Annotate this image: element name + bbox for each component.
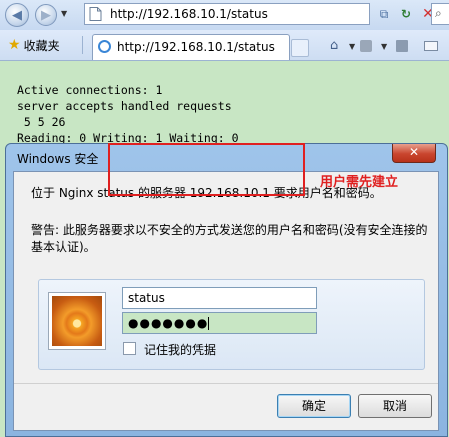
tab-status[interactable]: http://192.168.10.1/status (92, 34, 290, 60)
favorites-button[interactable]: ★ 收藏夹 (8, 36, 60, 54)
ok-button[interactable]: 确定 (277, 394, 351, 418)
username-field[interactable]: status (122, 287, 317, 309)
security-warning: 警告: 此服务器要求以不安全的方式发送您的用户名和密码(没有安全连接的基本认证)… (31, 223, 428, 254)
home-icon[interactable]: ⌂ (330, 38, 338, 53)
close-button[interactable]: ✕ (392, 144, 436, 163)
address-bar-row: ◀ ▶ ▼ http://192.168.10.1/status ⧉ ↻ ✕ ⌕ (0, 0, 449, 30)
tab-title: http://192.168.10.1/status (117, 40, 275, 54)
page-icon (89, 7, 102, 21)
tab-bar: ★ 收藏夹 http://192.168.10.1/status ⌂ ▼ ▼ (0, 30, 449, 61)
refresh-icon[interactable]: ↻ (396, 4, 416, 24)
home-dropdown-icon[interactable]: ▼ (349, 42, 355, 51)
text-caret (208, 317, 210, 330)
back-button[interactable]: ◀ (5, 3, 29, 27)
back-arrow-icon: ◀ (12, 7, 22, 23)
address-field[interactable]: http://192.168.10.1/status (84, 3, 370, 25)
favorites-star-icon: ★ (8, 37, 21, 53)
forward-arrow-icon: ▶ (41, 7, 51, 23)
remember-checkbox[interactable] (123, 342, 136, 355)
history-dropdown-icon[interactable]: ▼ (61, 9, 67, 18)
search-icon: ⌕ (435, 6, 442, 20)
dialog-title: Windows 安全 (17, 152, 99, 166)
ie-icon (98, 40, 111, 53)
nginx-status-text: Active connections: 1 server accepts han… (17, 83, 239, 145)
forward-button[interactable]: ▶ (35, 4, 57, 26)
dialog-body: 位于 Nginx status 的服务器 192.168.10.1 要求用户名和… (13, 171, 439, 431)
flower-picture-icon (52, 296, 102, 346)
toolbar-divider (82, 36, 83, 54)
mail-icon[interactable] (424, 41, 438, 51)
address-text[interactable]: http://192.168.10.1/status (110, 7, 268, 21)
annotation-text: 用户需先建立 (320, 175, 399, 190)
remember-label: 记住我的凭据 (144, 343, 217, 357)
feeds-icon[interactable] (360, 40, 372, 52)
new-tab-button[interactable] (291, 39, 309, 57)
credential-tile: status ●●●●●●● 记住我的凭据 (38, 279, 425, 370)
cancel-button[interactable]: 取消 (358, 394, 432, 418)
password-mask: ●●●●●●● (128, 316, 209, 330)
compatibility-view-icon[interactable]: ⧉ (374, 4, 394, 24)
password-field[interactable]: ●●●●●●● (122, 312, 317, 334)
print-icon[interactable] (396, 40, 408, 52)
favorites-label: 收藏夹 (23, 38, 60, 53)
user-avatar (48, 292, 106, 350)
feeds-dropdown-icon[interactable]: ▼ (381, 42, 387, 51)
close-icon: ✕ (408, 145, 420, 159)
search-input[interactable]: ⌕ (431, 3, 449, 25)
button-divider (14, 383, 438, 384)
